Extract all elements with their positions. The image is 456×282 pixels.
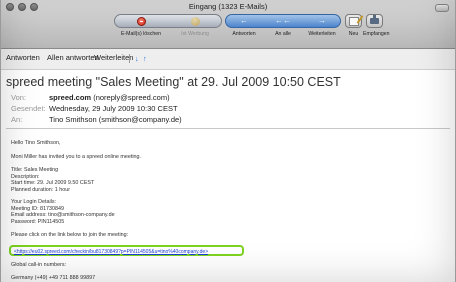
new-message-button[interactable] (345, 14, 362, 28)
message-view: spreed meeting "Sales Meeting" at 29. Ju… (1, 70, 455, 282)
forward-button[interactable]: → (303, 15, 341, 27)
delete-icon (136, 16, 146, 26)
body-click-text: Please click on the link below to join t… (11, 232, 129, 238)
from-value[interactable]: spreed.com (noreply@spreed.com) (49, 93, 170, 102)
message-subject: spreed meeting "Sales Meeting" at 29. Ju… (6, 75, 341, 89)
previous-message-icon[interactable]: ↓ (135, 54, 139, 63)
mail-window: Eingang (1323 E-Mails) E-Mail(s) löschen… (0, 0, 456, 282)
window-title: Eingang (1323 E-Mails) (188, 2, 268, 11)
delete-button[interactable] (114, 15, 168, 27)
body-germany-number: Germany (+49) +49 711 888 99897 (11, 275, 96, 281)
reply-button[interactable]: ← (225, 15, 263, 27)
reply-all-link[interactable]: Allen antworten (47, 53, 99, 62)
forward-label: Weiterleiten (308, 31, 336, 37)
next-message-icon[interactable]: ↑ (143, 54, 147, 63)
header-divider (6, 128, 450, 129)
junk-label: Ist Werbung (181, 31, 209, 37)
reply-link[interactable]: Antworten (6, 53, 40, 62)
reply-label: Antworten (232, 31, 256, 37)
to-value[interactable]: Tino Smithson (smithson@company.de) (49, 115, 182, 124)
junk-button[interactable] (168, 15, 222, 27)
from-label: Von: (11, 93, 27, 102)
body-duration: Planned duration: 1 hour (11, 186, 71, 193)
reply-bar: Antworten Allen antworten Weiterleiten ↓… (1, 49, 455, 70)
reply-bar-divider (129, 54, 130, 63)
reply-all-label: An alle (275, 31, 291, 37)
window-toolbar: Eingang (1323 E-Mails) E-Mail(s) löschen… (1, 0, 455, 49)
delete-label: E-Mail(s) löschen (120, 31, 162, 37)
to-label: An: (11, 115, 23, 124)
get-label: Empfangen (363, 31, 390, 37)
sent-label: Gesendet: (11, 104, 46, 113)
compose-icon (348, 16, 359, 26)
reply-all-arrow-icon: ←← (275, 16, 291, 25)
sent-value: Wednesday, 29 July 2009 10:30 CEST (49, 104, 178, 113)
from-address: (noreply@spreed.com) (93, 93, 170, 102)
forward-arrow-icon: → (318, 16, 326, 25)
junk-icon (190, 16, 200, 26)
join-link-highlight: <https://eu02.spreed.com/checkin/bu81730… (9, 245, 244, 256)
body-password: Password: PIN114505 (11, 218, 65, 225)
body-invite: Moni Miller has invited you to a spreed … (11, 154, 142, 160)
get-mail-icon (370, 15, 379, 24)
new-label: Neu (348, 31, 359, 37)
reply-all-button[interactable]: ←← (263, 15, 303, 27)
reply-arrow-icon: ← (240, 16, 248, 25)
body-call-in: Global call-in numbers: (11, 262, 67, 268)
join-meeting-link[interactable]: <https://eu02.spreed.com/checkin/bu81730… (14, 249, 208, 255)
toolbar-toggle-button[interactable] (435, 4, 449, 12)
from-name: spreed.com (49, 93, 92, 102)
body-greeting: Hello Tino Smithson, (11, 140, 61, 146)
get-mail-button[interactable] (366, 14, 383, 28)
forward-link[interactable]: Weiterleiten (94, 53, 133, 62)
